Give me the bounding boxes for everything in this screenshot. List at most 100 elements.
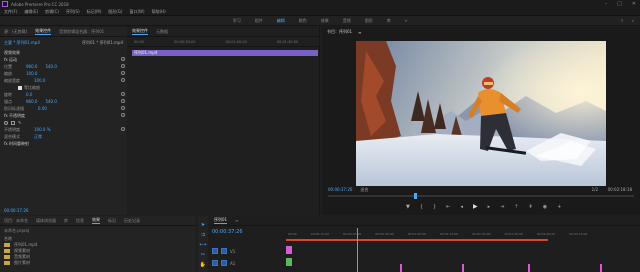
uniform-scale-checkbox[interactable]: [18, 85, 22, 90]
maximize-icon[interactable]: □: [617, 1, 622, 7]
mini-clip-bar[interactable]: 序列01.mp4: [132, 50, 318, 56]
tab-info[interactable]: 信息: [76, 218, 84, 224]
panel-menu-icon[interactable]: ≡: [358, 30, 361, 35]
add-marker-icon[interactable]: ▼: [406, 204, 410, 210]
effect-row[interactable]: 等比缩放: [0, 84, 127, 91]
playhead-marker[interactable]: [414, 193, 417, 199]
workspace-color[interactable]: 颜色: [299, 18, 307, 24]
go-to-in-icon[interactable]: ⇤: [446, 204, 450, 210]
mini-time-ruler[interactable]: 00:00 00:00:30:00 00:01:00:00 00:01:30:0…: [128, 37, 320, 47]
tab-sequence[interactable]: 序列01: [214, 217, 228, 224]
tab-history[interactable]: 历史记录: [124, 218, 140, 224]
step-forward-icon[interactable]: ▸: [488, 204, 491, 210]
workspace-audio[interactable]: 音频: [343, 18, 351, 24]
menu-window[interactable]: 窗口(W): [129, 9, 144, 15]
more-workspaces-icon[interactable]: »: [405, 18, 407, 23]
resolution-select[interactable]: 1/2: [592, 187, 598, 192]
effect-row[interactable]: fx 运动: [0, 56, 127, 63]
panel-menu-icon[interactable]: ≡: [235, 218, 238, 223]
tab-media-browser[interactable]: 媒体浏览器: [36, 218, 56, 224]
effect-row[interactable]: 不透明度 100.0 %: [0, 126, 127, 133]
button-editor-icon[interactable]: +: [557, 204, 561, 210]
timeline-clip[interactable]: [400, 264, 402, 272]
workspace-libraries[interactable]: 库: [387, 18, 391, 24]
timeline-playhead[interactable]: [357, 228, 358, 272]
workspace-assembly[interactable]: 组件: [255, 18, 263, 24]
menu-clip[interactable]: 剪辑(C): [45, 9, 59, 15]
ellipse-mask-icon[interactable]: [4, 120, 8, 125]
zoom-fit-select[interactable]: 适合: [360, 187, 368, 193]
timeline-clip[interactable]: [600, 264, 602, 272]
effect-row[interactable]: 旋转 0.0: [0, 91, 127, 98]
effect-row[interactable]: 防闪烁滤镜 0.00: [0, 105, 127, 112]
menu-sequence[interactable]: 序列(S): [66, 9, 80, 15]
hand-tool-icon[interactable]: ✋: [200, 262, 206, 268]
list-item[interactable]: 图片素材: [0, 260, 196, 266]
menu-marker[interactable]: 标记(M): [87, 9, 102, 15]
mark-out-icon[interactable]: }: [433, 204, 436, 210]
minimize-icon[interactable]: –: [605, 1, 608, 7]
timeline-clip[interactable]: [462, 264, 464, 272]
tab-source[interactable]: 源：(无剪辑): [4, 29, 27, 35]
effect-row[interactable]: fx 时间重映射: [0, 140, 127, 147]
reset-icon: [121, 92, 125, 96]
effect-row[interactable]: 混合模式 正常: [0, 133, 127, 140]
program-timecode[interactable]: 00:00:37:26: [328, 187, 352, 192]
mark-in-icon[interactable]: {: [420, 204, 423, 210]
program-scrub-bar[interactable]: [328, 193, 634, 199]
reset-icon: [121, 64, 125, 68]
menu-edit[interactable]: 编辑(E): [24, 9, 38, 15]
extract-icon[interactable]: ⇞: [529, 204, 533, 210]
tab-effect-controls[interactable]: 效果控件: [35, 28, 52, 35]
tab-project[interactable]: 项目：未命名: [4, 218, 28, 224]
timeline-timecode[interactable]: 00:00:37:26: [212, 229, 243, 235]
effect-row: 视频效果: [4, 49, 20, 55]
effect-controls-timecode[interactable]: 00:00:37:26: [4, 208, 28, 213]
menu-help[interactable]: 帮助(H): [152, 9, 166, 15]
timeline-ruler[interactable]: 00:00 00:00:15:00 00:00:30:00 00:00:45:0…: [286, 229, 640, 238]
razor-tool-icon[interactable]: ✂: [201, 252, 205, 258]
effect-row[interactable]: 缩放 100.0: [0, 70, 127, 77]
mask-shapes-row[interactable]: ✎: [0, 119, 127, 126]
track-select-icon[interactable]: ⇉: [201, 232, 205, 238]
rectangle-mask-icon[interactable]: [11, 120, 15, 125]
tab-markers[interactable]: 标记: [108, 218, 116, 224]
selection-tool-icon[interactable]: ➤: [201, 222, 205, 228]
timeline-clip[interactable]: [286, 258, 292, 266]
menu-graphics[interactable]: 图形(G): [108, 9, 122, 15]
tab-metadata[interactable]: 元数据: [156, 29, 168, 35]
close-icon[interactable]: ✕: [632, 1, 636, 7]
video-frame[interactable]: [356, 41, 606, 186]
effect-row[interactable]: fx 不透明度: [0, 112, 127, 119]
timeline-clip[interactable]: [528, 264, 530, 272]
source-clip-label[interactable]: 主要 * 序列01.mp4: [4, 40, 40, 46]
ripple-edit-icon[interactable]: ⟷: [199, 242, 206, 248]
tab-audio-mixer[interactable]: 音频剪辑混合器：序列01: [59, 29, 104, 35]
solo-track-icon[interactable]: [221, 260, 227, 266]
work-area-bar[interactable]: [286, 239, 548, 241]
workspace-editing[interactable]: 编辑: [277, 18, 285, 24]
effect-row[interactable]: 锚点 960.0 540.0: [0, 98, 127, 105]
workspace-effects[interactable]: 效果: [321, 18, 329, 24]
export-frame-icon[interactable]: ◉: [543, 204, 547, 210]
mute-track-icon[interactable]: [212, 260, 218, 266]
pen-mask-icon[interactable]: ✎: [18, 120, 21, 125]
workspace-graphics[interactable]: 图形: [365, 18, 373, 24]
quick-export-icon[interactable]: ⇧: [620, 18, 623, 23]
program-monitor-title[interactable]: 节目：序列01: [327, 29, 352, 35]
effect-row[interactable]: 缩放宽度 100.0: [0, 77, 127, 84]
tab-effects[interactable]: 效果: [92, 217, 100, 224]
go-to-out-icon[interactable]: ⇥: [500, 204, 504, 210]
effect-row[interactable]: 位置 960.0 540.0: [0, 63, 127, 70]
step-back-icon[interactable]: ◂: [460, 204, 463, 210]
workspace-learn[interactable]: 学习: [233, 18, 241, 24]
lock-track-icon[interactable]: [221, 248, 227, 254]
search-icon[interactable]: ⌕: [632, 18, 634, 23]
toggle-track-output-icon[interactable]: [212, 248, 218, 254]
reset-icon: [121, 113, 125, 117]
tab-libraries[interactable]: 库: [64, 218, 68, 224]
tab-effects-timeline[interactable]: 效果控件: [132, 28, 148, 35]
menu-file[interactable]: 文件(F): [4, 9, 17, 15]
lift-icon[interactable]: ⇡: [514, 204, 518, 210]
play-icon[interactable]: ▶: [473, 203, 478, 210]
